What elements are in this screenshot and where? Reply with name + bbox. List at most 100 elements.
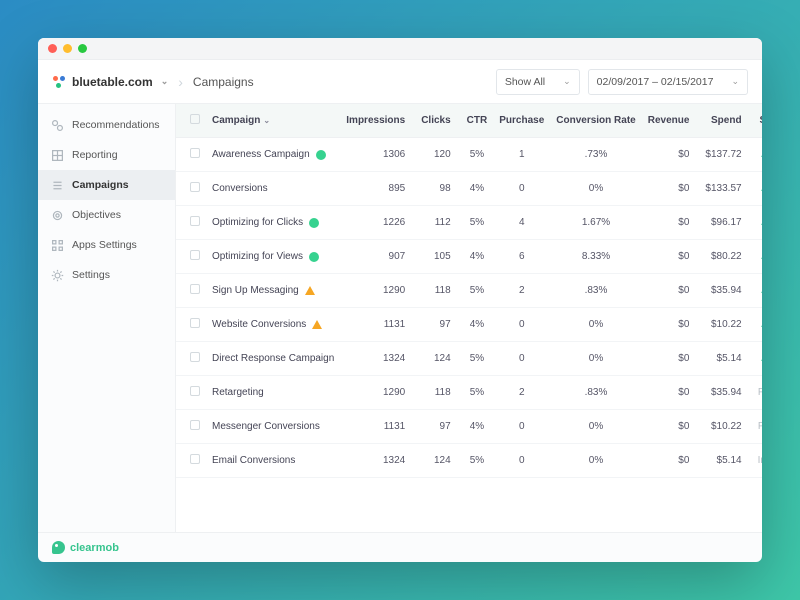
cell-clicks: 118 [415, 274, 460, 308]
campaign-name: Direct Response Campaign [212, 353, 334, 364]
chevron-down-icon: ⌄ [161, 76, 169, 87]
column-header-ctr[interactable]: CTR [461, 104, 494, 138]
column-header-clicks[interactable]: Clicks [415, 104, 460, 138]
table-row[interactable]: Optimizing for Views 9071054%68.33%$0$80… [176, 240, 762, 274]
cell-ctr: 4% [461, 172, 494, 206]
cell-impressions: 895 [340, 172, 415, 206]
cell-spend: $10.22 [699, 308, 751, 342]
apps-icon [50, 238, 64, 252]
row-checkbox[interactable] [190, 454, 200, 464]
table-row[interactable]: Messenger Conversions 1131974%00%$0$10.2… [176, 410, 762, 444]
sidebar-item-reporting[interactable]: Reporting [38, 140, 175, 170]
target-icon [50, 208, 64, 222]
filter-select[interactable]: Show All ⌄ [496, 69, 580, 95]
main-content: Campaign⌄ImpressionsClicksCTRPurchaseCon… [176, 104, 762, 532]
cell-spend: $96.17 [699, 206, 751, 240]
row-checkbox[interactable] [190, 386, 200, 396]
column-header-revenue[interactable]: Revenue [642, 104, 700, 138]
cell-revenue: $0 [642, 342, 700, 376]
cell-purchase: 0 [493, 172, 550, 206]
filter-select-label: Show All [505, 76, 545, 88]
brand-logo-icon [52, 75, 66, 89]
campaign-name: Email Conversions [212, 455, 334, 466]
column-header-campaign[interactable]: Campaign⌄ [206, 104, 340, 138]
cell-ctr: 4% [461, 240, 494, 274]
row-checkbox[interactable] [190, 352, 200, 362]
table-row[interactable]: Conversions 895984%00%$0$133.57Active [176, 172, 762, 206]
cell-spend: $35.94 [699, 274, 751, 308]
cell-revenue: $0 [642, 240, 700, 274]
table-row[interactable]: Website Conversions 1131974%00%$0$10.22A… [176, 308, 762, 342]
grid-icon [50, 148, 64, 162]
cell-purchase: 0 [493, 342, 550, 376]
cell-ctr: 5% [461, 444, 494, 478]
cell-spend: $80.22 [699, 240, 751, 274]
sidebar-item-settings[interactable]: Settings [38, 260, 175, 290]
cell-impressions: 1131 [340, 308, 415, 342]
column-header-conversion-rate[interactable]: Conversion Rate [550, 104, 641, 138]
sidebar-item-label: Settings [72, 269, 110, 281]
sidebar-item-objectives[interactable]: Objectives [38, 200, 175, 230]
breadcrumb-separator-icon: › [178, 74, 183, 90]
account-name: bluetable.com [72, 75, 153, 89]
column-header-purchase[interactable]: Purchase [493, 104, 550, 138]
link-icon [50, 118, 64, 132]
sidebar-item-recommendations[interactable]: Recommendations [38, 110, 175, 140]
row-checkbox[interactable] [190, 182, 200, 192]
row-checkbox[interactable] [190, 148, 200, 158]
cell-revenue: $0 [642, 444, 700, 478]
sidebar-item-label: Apps Settings [72, 239, 137, 251]
cell-impressions: 1324 [340, 444, 415, 478]
table-row[interactable]: Sign Up Messaging 12901185%2.83%$0$35.94… [176, 274, 762, 308]
cell-conversion-rate: 0% [550, 172, 641, 206]
account-switcher[interactable]: bluetable.com ⌄ [52, 75, 168, 89]
sidebar-item-apps-settings[interactable]: Apps Settings [38, 230, 175, 260]
row-checkbox[interactable] [190, 216, 200, 226]
chevron-down-icon: ⌄ [563, 76, 571, 87]
table-row[interactable]: Retargeting 12901185%2.83%$0$35.94Paused [176, 376, 762, 410]
app-window: bluetable.com ⌄ › Campaigns Show All ⌄ 0… [38, 38, 762, 562]
column-header-status[interactable]: Status [752, 104, 762, 138]
row-checkbox[interactable] [190, 284, 200, 294]
minimize-icon[interactable] [63, 44, 72, 53]
close-icon[interactable] [48, 44, 57, 53]
cell-ctr: 5% [461, 376, 494, 410]
row-checkbox[interactable] [190, 318, 200, 328]
cell-impressions: 1226 [340, 206, 415, 240]
campaign-name: Messenger Conversions [212, 421, 334, 432]
table-row[interactable]: Email Conversions 13241245%00%$0$5.14Ina… [176, 444, 762, 478]
date-range-label: 02/09/2017 – 02/15/2017 [597, 76, 714, 88]
row-checkbox[interactable] [190, 250, 200, 260]
cell-status: Inactive [752, 444, 762, 478]
cell-spend: $133.57 [699, 172, 751, 206]
table-row[interactable]: Optimizing for Clicks 12261125%41.67%$0$… [176, 206, 762, 240]
cell-purchase: 4 [493, 206, 550, 240]
cell-clicks: 97 [415, 308, 460, 342]
cell-spend: $5.14 [699, 444, 751, 478]
cell-revenue: $0 [642, 376, 700, 410]
cell-conversion-rate: .73% [550, 138, 641, 172]
cell-status: Active [752, 172, 762, 206]
sidebar-item-label: Recommendations [72, 119, 160, 131]
sidebar-item-label: Reporting [72, 149, 118, 161]
zoom-icon[interactable] [78, 44, 87, 53]
select-all-checkbox[interactable] [190, 114, 200, 124]
sidebar: Recommendations Reporting CampaignsObjecti… [38, 104, 176, 532]
campaigns-table: Campaign⌄ImpressionsClicksCTRPurchaseCon… [176, 104, 762, 478]
cell-impressions: 1290 [340, 274, 415, 308]
list-icon [50, 178, 64, 192]
cell-ctr: 5% [461, 206, 494, 240]
campaign-name: Sign Up Messaging [212, 285, 334, 296]
date-range-picker[interactable]: 02/09/2017 – 02/15/2017 ⌄ [588, 69, 748, 95]
cell-ctr: 4% [461, 308, 494, 342]
column-header-impressions[interactable]: Impressions [340, 104, 415, 138]
cell-status: Active [752, 308, 762, 342]
cell-purchase: 2 [493, 274, 550, 308]
chevron-down-icon: ⌄ [731, 76, 739, 87]
table-row[interactable]: Awareness Campaign 13061205%1.73%$0$137.… [176, 138, 762, 172]
sidebar-item-campaigns[interactable]: Campaigns [38, 170, 175, 200]
table-row[interactable]: Direct Response Campaign 13241245%00%$0$… [176, 342, 762, 376]
cell-ctr: 4% [461, 410, 494, 444]
column-header-spend[interactable]: Spend [699, 104, 751, 138]
row-checkbox[interactable] [190, 420, 200, 430]
